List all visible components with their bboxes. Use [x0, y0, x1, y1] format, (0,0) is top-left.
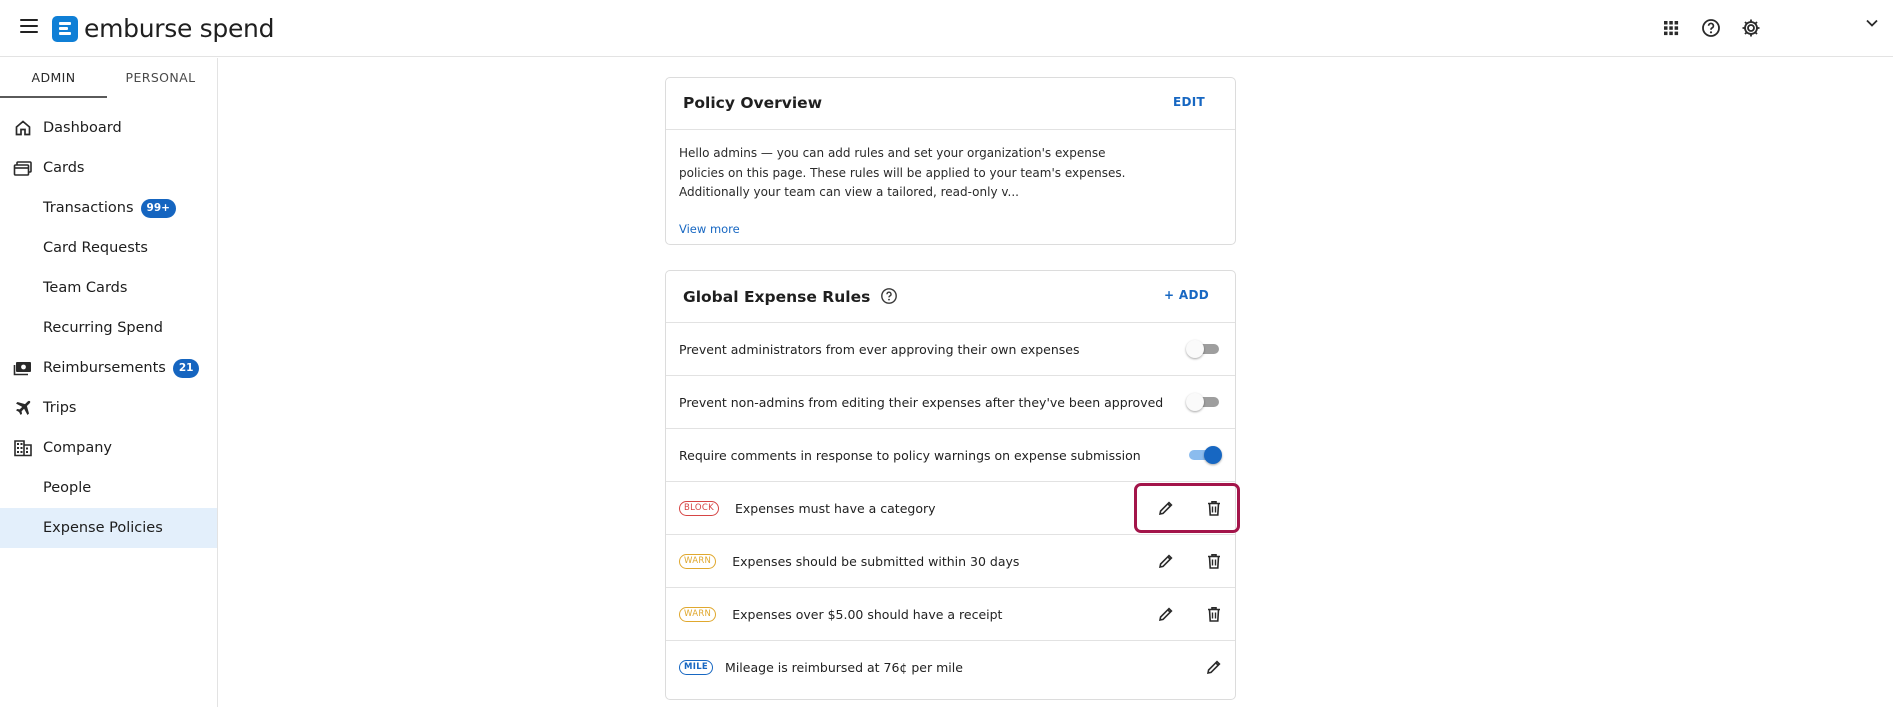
tab-admin[interactable]: ADMIN — [0, 58, 107, 98]
warn-tag: WARN — [679, 553, 717, 569]
plane-icon — [16, 400, 31, 415]
building-icon — [14, 440, 32, 457]
help-icon[interactable] — [1700, 17, 1722, 39]
sidebar-item-label: Expense Policies — [43, 520, 163, 536]
gear-icon[interactable] — [1740, 17, 1762, 39]
emburse-logo-icon — [52, 15, 78, 42]
delete-trash-icon[interactable] — [1205, 605, 1223, 623]
sidebar-item-cards[interactable]: Cards — [0, 148, 217, 188]
global-expense-rules-title: Global Expense Rules — [683, 287, 898, 306]
rule-toggle[interactable] — [1186, 393, 1219, 411]
action-highlight-box — [1134, 483, 1240, 533]
policy-overview-title: Policy Overview — [683, 94, 823, 112]
rules-title-text: Global Expense Rules — [683, 288, 871, 306]
policy-overview-card: Policy Overview EDIT Hello admins — you … — [665, 77, 1236, 245]
sidebar-item-label: Trips — [43, 400, 77, 416]
brand-name: emburse spend — [84, 14, 275, 43]
sidebar-item-label: Team Cards — [43, 280, 128, 296]
rule-text: Prevent administrators from ever approvi… — [679, 341, 1080, 357]
sidebar-item-expense-policies[interactable]: Expense Policies — [0, 508, 217, 548]
sidebar-item-recurring-spend[interactable]: Recurring Spend — [0, 308, 217, 348]
expense-rule-row: WARN Expenses should be submitted within… — [666, 535, 1235, 588]
sidebar-item-card-requests[interactable]: Card Requests — [0, 228, 217, 268]
sidebar-tabs: ADMIN PERSONAL — [0, 58, 217, 98]
warn-tag: WARN — [679, 606, 717, 622]
reimbursements-count-badge: 21 — [172, 358, 200, 378]
sidebar-item-label: Dashboard — [43, 120, 122, 136]
top-bar: emburse spend — [0, 0, 1893, 57]
rule-text: Expenses over $5.00 should have a receip… — [732, 606, 1003, 622]
toggle-rule-row: Prevent non-admins from editing their ex… — [666, 376, 1235, 429]
sidebar-item-label: Recurring Spend — [43, 320, 163, 336]
home-icon — [15, 120, 31, 136]
rule-toggle[interactable] — [1189, 446, 1222, 464]
sidebar-item-people[interactable]: People — [0, 468, 217, 508]
chevron-down-icon[interactable] — [1863, 14, 1881, 32]
cards-icon — [13, 161, 32, 176]
rule-text: Prevent non-admins from editing their ex… — [679, 394, 1164, 410]
sidebar-nav: Dashboard Cards Transactions 99+ Card Re… — [0, 108, 217, 548]
sidebar-item-dashboard[interactable]: Dashboard — [0, 108, 217, 148]
sidebar-item-reimbursements[interactable]: Reimbursements 21 — [0, 348, 217, 388]
policy-overview-header: Policy Overview EDIT — [666, 78, 1235, 130]
edit-button[interactable]: EDIT — [1173, 95, 1205, 109]
sidebar-item-transactions[interactable]: Transactions 99+ — [0, 188, 217, 228]
sidebar-item-label: Cards — [43, 160, 85, 176]
transactions-count-badge: 99+ — [140, 198, 176, 218]
brand-logo[interactable]: emburse spend — [52, 14, 274, 43]
edit-pencil-icon[interactable] — [1157, 552, 1175, 570]
global-expense-rules-header: Global Expense Rules + ADD — [666, 271, 1235, 323]
expense-rule-row: MILE Mileage is reimbursed at 76¢ per mi… — [666, 641, 1235, 694]
grid-icon[interactable] — [1660, 17, 1682, 39]
help-icon[interactable] — [880, 287, 898, 305]
edit-pencil-icon[interactable] — [1205, 658, 1223, 676]
rule-text: Require comments in response to policy w… — [679, 447, 1141, 463]
rule-toggle[interactable] — [1186, 340, 1219, 358]
policy-overview-text: Hello admins — you can add rules and set… — [679, 146, 1126, 199]
rule-text: Mileage is reimbursed at 76¢ per mile — [725, 660, 963, 675]
toggle-rule-row: Prevent administrators from ever approvi… — [666, 323, 1235, 376]
sidebar-item-label: Card Requests — [43, 240, 148, 256]
hamburger-menu-icon[interactable] — [20, 19, 38, 33]
toggle-rule-row: Require comments in response to policy w… — [666, 429, 1235, 482]
sidebar: ADMIN PERSONAL Dashboard Cards Transacti… — [0, 58, 218, 707]
view-more-link[interactable]: View more — [679, 222, 740, 236]
rule-text: Expenses should be submitted within 30 d… — [732, 553, 1020, 569]
sidebar-item-label: Reimbursements — [43, 360, 166, 376]
cash-icon — [13, 362, 31, 376]
sidebar-item-label: People — [43, 480, 92, 496]
sidebar-item-label: Company — [43, 440, 112, 456]
add-rule-button[interactable]: + ADD — [1164, 288, 1209, 302]
rule-text: Expenses must have a category — [734, 500, 936, 516]
tab-personal[interactable]: PERSONAL — [107, 58, 214, 98]
edit-pencil-icon[interactable] — [1157, 605, 1175, 623]
expense-rule-row: WARN Expenses over $5.00 should have a r… — [666, 588, 1235, 641]
sidebar-item-team-cards[interactable]: Team Cards — [0, 268, 217, 308]
mile-tag: MILE — [679, 660, 714, 675]
sidebar-item-company[interactable]: Company — [0, 428, 217, 468]
sidebar-item-label: Transactions — [43, 200, 134, 216]
delete-trash-icon[interactable] — [1205, 552, 1223, 570]
sidebar-item-trips[interactable]: Trips — [0, 388, 217, 428]
block-tag: BLOCK — [679, 500, 719, 516]
